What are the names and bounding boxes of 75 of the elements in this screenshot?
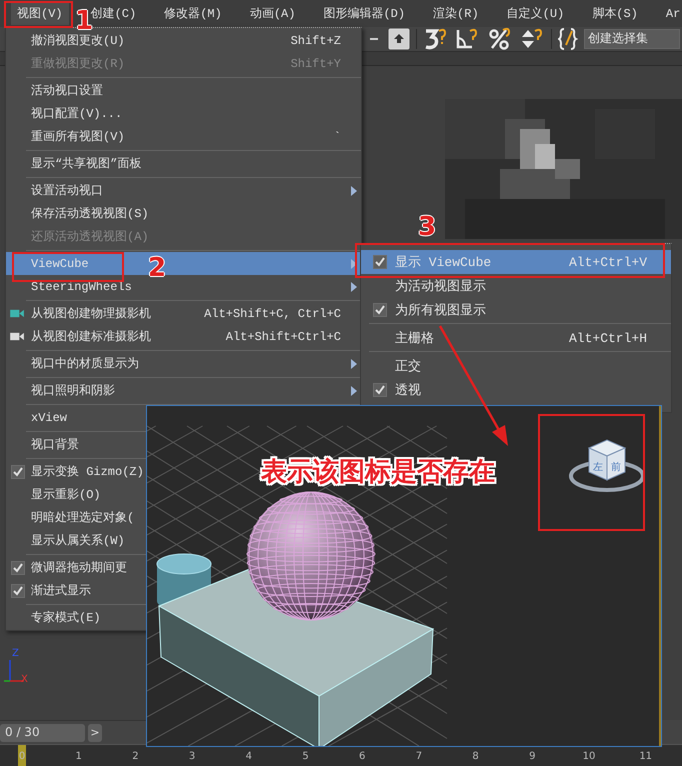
shortcut-text: Alt+Ctrl+H: [568, 330, 647, 346]
menu-item[interactable]: 主栅格 Alt+Ctrl+H: [361, 326, 671, 350]
shortcut-text: Alt+Shift+Ctrl+C: [224, 330, 341, 344]
menu-item[interactable]: 明暗处理选定对象(: [6, 506, 146, 529]
menu-item[interactable]: 为所有视图显示: [361, 298, 671, 322]
menu-item[interactable]: 活动视口设置: [6, 79, 361, 102]
menu-bar-item[interactable]: 脚本(S): [586, 2, 644, 25]
menu-item[interactable]: 专家模式(E): [6, 606, 146, 629]
checkbox[interactable]: [373, 303, 387, 317]
time-slider-thumb[interactable]: 0 / 30: [0, 724, 85, 742]
checkbox[interactable]: [11, 561, 25, 575]
menu-item[interactable]: 显示重影(O): [6, 483, 146, 506]
menu-item[interactable]: 保存活动透视视图(S): [6, 202, 361, 225]
menu-bar-item[interactable]: 动画(A): [244, 2, 302, 25]
step-number: 3: [418, 214, 436, 240]
menu-item[interactable]: xView: [6, 406, 146, 429]
tick-label: 3: [188, 751, 196, 762]
shortcut-text: `: [332, 130, 341, 144]
menu-bar-item[interactable]: 渲染(R): [427, 2, 485, 25]
menu-bar-item[interactable]: 修改器(M): [158, 2, 228, 25]
checkbox[interactable]: [373, 255, 387, 269]
checkbox[interactable]: [11, 584, 25, 598]
menu-item[interactable]: 显示从属关系(W): [6, 529, 146, 552]
tick-label: 6: [359, 751, 366, 762]
highlight-frame: [4, 1, 73, 28]
tick-label: 2: [132, 751, 139, 762]
menu-item[interactable]: 显示“共享视图”面板: [6, 152, 361, 175]
menu-bar-item[interactable]: 自定义(U): [500, 2, 570, 25]
menu-bar-item[interactable]: 视图(V): [11, 2, 69, 25]
menu-item[interactable]: 透视: [361, 378, 671, 402]
axis-label: X: [21, 674, 28, 685]
tick-label: 7: [416, 751, 422, 762]
menu-bar-item[interactable]: Ar: [660, 4, 682, 24]
tick-label: 4: [246, 751, 252, 762]
cube-face-label: 左: [593, 462, 603, 473]
tick-label: 10: [582, 751, 596, 762]
shortcut-text: Alt+Shift+C, Ctrl+C: [203, 306, 341, 320]
menu-item[interactable]: 渐进式显示: [6, 579, 146, 602]
menu-item[interactable]: 微调器拖动期间更: [6, 556, 146, 579]
tick-label: 5: [302, 751, 309, 762]
named-selection-icon[interactable]: [558, 27, 578, 51]
menu-item[interactable]: 重画所有视图(V) `: [6, 125, 361, 148]
axis-label: Z: [12, 648, 19, 659]
next-frame-button[interactable]: >: [88, 724, 102, 742]
menu-item[interactable]: 从视图创建标准摄影机 Alt+Shift+Ctrl+C: [6, 325, 361, 348]
tick-label: 11: [639, 751, 652, 762]
menu-item[interactable]: 视口照明和阴影: [6, 379, 361, 402]
menu-item[interactable]: 设置活动视口: [6, 179, 361, 202]
checkbox[interactable]: [11, 465, 25, 479]
caption-text: 表示该图标是否存在: [261, 456, 495, 489]
menu-item[interactable]: SteeringWheels: [6, 275, 361, 298]
viewcube-drawing[interactable]: [569, 439, 645, 492]
tick-label: 0: [18, 751, 26, 762]
checkbox[interactable]: [373, 383, 387, 397]
menu-item[interactable]: 视口背景: [6, 433, 146, 456]
shortcut-text: Shift+Z: [290, 34, 341, 48]
selection-set-field[interactable]: 创建选择集: [584, 29, 680, 49]
tick-label: 9: [529, 751, 536, 762]
menu-item[interactable]: 视口中的材质显示为: [6, 352, 361, 375]
menu-item[interactable]: 显示变换 Gizmo(Z): [6, 460, 146, 483]
menu-item[interactable]: 撤消视图更改(U) Shift+Z: [6, 29, 361, 52]
current-frame-marker[interactable]: [18, 745, 26, 766]
menu-bar-item[interactable]: 图形编辑器(D): [317, 2, 412, 25]
snap-toggle-icon[interactable]: [423, 27, 449, 51]
arrow-up-button[interactable]: [388, 28, 410, 50]
menu-item[interactable]: 从视图创建物理摄影机 Alt+Shift+C, Ctrl+C: [6, 302, 361, 325]
menu-item[interactable]: 正交: [361, 354, 671, 378]
tick-label: 8: [472, 751, 479, 762]
percent-snap-icon[interactable]: [487, 27, 513, 51]
shortcut-text: Shift+Y: [290, 56, 341, 70]
cube-face-label: 前: [611, 462, 621, 473]
menu-item[interactable]: 为活动视图显示: [361, 274, 671, 298]
menu-item[interactable]: 视口配置(V)...: [6, 102, 361, 125]
shortcut-text: Alt+Ctrl+V: [568, 254, 647, 270]
tick-label: 1: [76, 751, 82, 762]
